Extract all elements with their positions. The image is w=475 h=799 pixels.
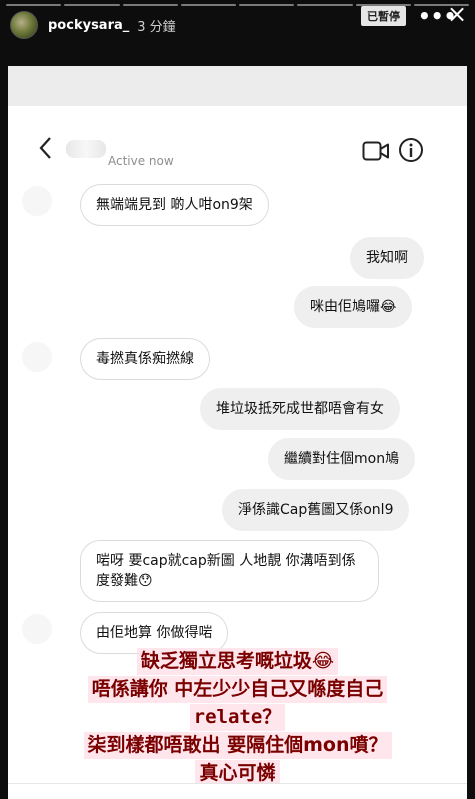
chevron-left-icon[interactable] — [38, 136, 54, 167]
sender-avatar-blurred — [22, 342, 52, 372]
message-composer-edge — [8, 783, 467, 799]
post-time: 3 分鐘 — [137, 19, 176, 35]
message-bubble-sent: 淨係識Cap舊圖又係onl9 — [222, 489, 410, 531]
active-status: Active now — [108, 154, 174, 168]
caption-line: relate？ — [189, 704, 286, 731]
message-bubble-sent: 我知啊 — [350, 237, 424, 279]
paused-badge: 已暫停 — [361, 6, 406, 26]
message-bubble-received: 啱呀 要cap就cap新圖 人地靚 你溝唔到係度發難😯 — [80, 540, 379, 602]
username[interactable]: pockysara_ — [48, 18, 129, 33]
dm-header: Active now — [8, 126, 467, 176]
sender-avatar-blurred — [22, 186, 52, 216]
contact-name-blurred — [66, 140, 106, 158]
message-bubble-received: 無端端見到 啲人咁on9架 — [80, 184, 269, 226]
screenshot-top-bar — [8, 66, 467, 106]
message-bubble-sent: 繼續對住個mon鳩 — [268, 438, 416, 480]
message-bubble-sent: 堆垃圾抵死成世都唔會有女 — [200, 388, 400, 430]
story-caption: 缺乏獨立思考嘅垃圾😂 唔係講你 中左少少自己又喺度自己 relate？ 柒到樣都… — [8, 648, 467, 788]
message-bubble-sent: 咪由佢鳩囉😂 — [294, 286, 413, 328]
info-icon[interactable] — [398, 137, 424, 167]
message-bubble-received: 毒撚真係痴撚線 — [80, 338, 210, 380]
caption-line: 唔係講你 中左少少自己又喺度自己 — [87, 676, 388, 703]
video-call-icon[interactable] — [362, 140, 390, 166]
caption-line: 柒到樣都唔敢出 要隔住個mon噴？ — [83, 732, 392, 759]
story-screenshot: Active now 無端端見到 啲人咁on9架 我知啊 咪由佢鳩囉😂 毒撚真係… — [8, 66, 467, 799]
sender-avatar-blurred — [22, 614, 52, 644]
caption-line: 缺乏獨立思考嘅垃圾😂 — [136, 648, 339, 675]
close-icon[interactable]: × — [447, 0, 467, 28]
avatar[interactable] — [10, 11, 38, 39]
